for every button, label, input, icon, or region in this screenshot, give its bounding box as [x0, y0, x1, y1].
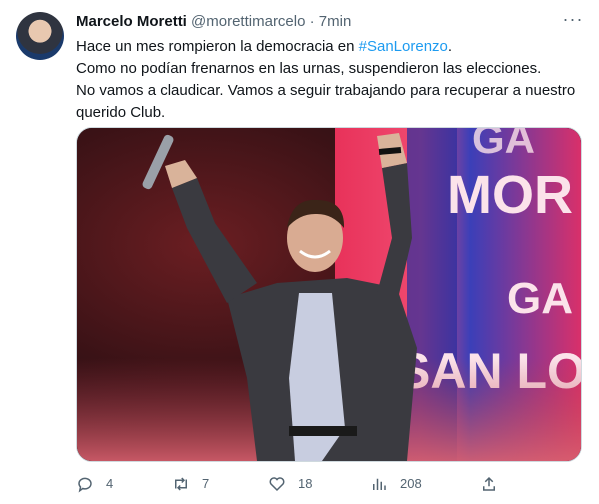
avatar[interactable]	[16, 12, 64, 60]
more-icon[interactable]: ···	[561, 10, 585, 32]
separator: ·	[309, 13, 315, 30]
tweet-text: Hace un mes rompieron la democracia en #…	[76, 36, 581, 124]
like-button[interactable]: 18	[268, 473, 312, 495]
banner-text: MOR	[447, 165, 573, 225]
photo-scene: MOR GA GA SAN LO	[77, 128, 581, 461]
tweet-line: Hace un mes rompieron la democracia en #…	[76, 36, 581, 58]
tweet-photo[interactable]: MOR GA GA SAN LO	[76, 127, 582, 462]
tweet-line-text: .	[447, 38, 453, 55]
reply-count: 4	[106, 476, 114, 491]
author-name[interactable]: Marcelo Moretti	[76, 13, 187, 30]
hashtag-link[interactable]: #SanLorenzo	[359, 38, 448, 55]
heart-icon	[269, 477, 285, 492]
tweet-header: Marcelo Moretti @morettimarcelo · 7min	[76, 12, 576, 32]
views-button[interactable]: 208	[370, 473, 422, 495]
retweet-icon	[175, 477, 187, 491]
tweet-line: Como no podían frenarnos en las urnas, s…	[76, 60, 542, 77]
tweet-line: No vamos a claudicar. Vamos a seguir tra…	[76, 82, 576, 99]
tweet-actions: 4 7 18 208	[76, 473, 581, 495]
analytics-icon	[373, 478, 386, 490]
banner-text: GA	[472, 128, 535, 162]
views-count: 208	[400, 476, 422, 491]
like-count: 18	[298, 476, 313, 491]
retweet-button[interactable]: 7	[172, 473, 209, 495]
share-icon	[483, 476, 495, 491]
tweet-line: querido Club.	[76, 104, 166, 121]
reply-button[interactable]: 4	[76, 473, 113, 495]
timestamp[interactable]: 7min	[319, 13, 352, 30]
retweet-count: 7	[202, 476, 210, 491]
share-button[interactable]	[480, 473, 510, 495]
author-handle[interactable]: @morettimarcelo	[191, 13, 305, 30]
banner-text: GA	[507, 274, 573, 323]
reply-icon	[78, 477, 92, 493]
tweet-line-text: Hace un mes rompieron la democracia en	[76, 38, 359, 55]
tweet[interactable]: Marcelo Moretti @morettimarcelo · 7min ·…	[0, 0, 599, 504]
